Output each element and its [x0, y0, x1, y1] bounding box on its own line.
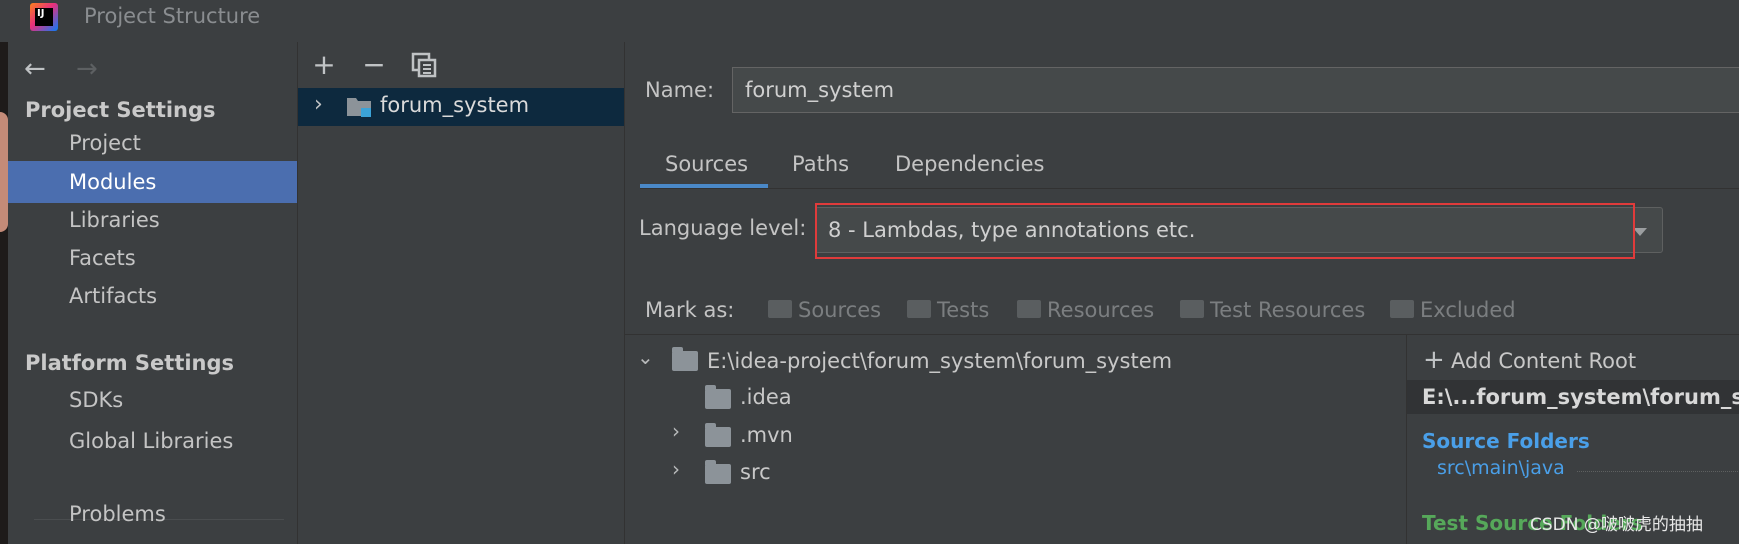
name-label: Name: — [645, 78, 715, 102]
module-name: forum_system — [380, 93, 530, 117]
window-title: Project Structure — [84, 4, 261, 28]
folder-icon — [1390, 300, 1414, 318]
nav-item-libraries[interactable]: Libraries — [8, 199, 297, 241]
mark-as-excluded-button[interactable]: Excluded — [1390, 298, 1516, 322]
nav-item-sdks[interactable]: SDKs — [8, 379, 297, 421]
tree-root-path[interactable]: E:\idea-project\forum_system\forum_syste… — [707, 349, 1172, 373]
language-level-label: Language level: — [639, 216, 807, 240]
red-highlight-annotation — [815, 203, 1635, 259]
mark-as-label: Mark as: — [645, 298, 735, 322]
chevron-right-icon[interactable]: › — [314, 92, 323, 117]
chevron-right-icon[interactable]: › — [672, 419, 680, 443]
project-settings-heading: Project Settings — [25, 98, 216, 122]
nav-item-project[interactable]: Project — [8, 122, 297, 164]
folder-icon — [705, 423, 731, 447]
tree-item-src[interactable]: src — [740, 460, 771, 484]
nav-item-problems[interactable]: Problems — [8, 493, 297, 535]
mark-as-tests-button[interactable]: Tests — [907, 298, 989, 322]
tab-divider — [640, 188, 1739, 189]
mark-as-test-resources-button[interactable]: Test Resources — [1180, 298, 1365, 322]
chevron-right-icon[interactable]: › — [672, 457, 680, 481]
mark-as-excluded-label: Excluded — [1420, 298, 1516, 322]
folder-icon — [672, 347, 698, 371]
mark-as-resources-label: Resources — [1047, 298, 1155, 322]
arrow-right-icon[interactable]: → — [76, 54, 98, 84]
folder-icon — [1017, 300, 1041, 318]
content-root-path: E:\...forum_system\forum_sys — [1422, 385, 1739, 409]
mark-as-sources-button[interactable]: Sources — [768, 298, 881, 322]
folder-icon — [1180, 300, 1204, 318]
mark-as-sources-label: Sources — [798, 298, 882, 322]
folder-icon — [705, 385, 731, 409]
nav-item-global-libraries[interactable]: Global Libraries — [8, 420, 297, 462]
arrow-left-icon[interactable]: ← — [24, 54, 46, 84]
source-folders-heading: Source Folders — [1422, 429, 1590, 453]
tab-paths[interactable]: Paths — [792, 152, 849, 176]
tab-dependencies[interactable]: Dependencies — [895, 152, 1044, 176]
module-settings: Name: forum_system Sources Paths Depende… — [625, 42, 1739, 544]
plus-icon[interactable]: + — [309, 50, 339, 80]
desktop-background — [0, 42, 8, 544]
modules-panel: + − › forum_system — [298, 42, 625, 544]
plus-icon[interactable]: + — [1423, 347, 1445, 373]
folder-icon — [768, 300, 792, 318]
dotted-leader — [1577, 471, 1739, 472]
intellij-app-icon: IJ — [30, 3, 58, 31]
tab-sources[interactable]: Sources — [665, 152, 748, 176]
module-folder-icon — [347, 96, 371, 117]
platform-settings-heading: Platform Settings — [25, 351, 235, 375]
source-folder-path[interactable]: src\main\java — [1437, 457, 1565, 479]
folder-icon — [705, 460, 731, 484]
watermark: CSDN @啵啵虎的抽抽 — [1530, 515, 1703, 535]
nav-item-modules[interactable]: Modules — [8, 161, 297, 203]
minus-icon[interactable]: − — [359, 50, 389, 80]
dropdown-arrow-icon[interactable] — [1633, 228, 1647, 236]
module-name-field[interactable]: forum_system — [732, 67, 1739, 113]
folder-icon — [907, 300, 931, 318]
settings-nav-panel: ← → Project Settings Project Modules Lib… — [8, 42, 298, 544]
tree-item-mvn[interactable]: .mvn — [740, 423, 793, 447]
copy-icon[interactable] — [409, 52, 439, 82]
nav-item-artifacts[interactable]: Artifacts — [8, 275, 297, 317]
mark-as-test-resources-label: Test Resources — [1210, 298, 1366, 322]
content-tree: ⌄ E:\idea-project\forum_system\forum_sys… — [625, 335, 1405, 544]
chevron-down-icon[interactable]: ⌄ — [637, 345, 654, 369]
module-row-forum-system[interactable]: › forum_system — [298, 88, 624, 126]
mark-as-tests-label: Tests — [937, 298, 990, 322]
mark-as-resources-button[interactable]: Resources — [1017, 298, 1154, 322]
add-content-root-button[interactable]: Add Content Root — [1451, 349, 1636, 373]
title-bar: IJ Project Structure — [0, 0, 1739, 43]
tree-item-idea[interactable]: .idea — [740, 385, 792, 409]
nav-item-facets[interactable]: Facets — [8, 237, 297, 279]
